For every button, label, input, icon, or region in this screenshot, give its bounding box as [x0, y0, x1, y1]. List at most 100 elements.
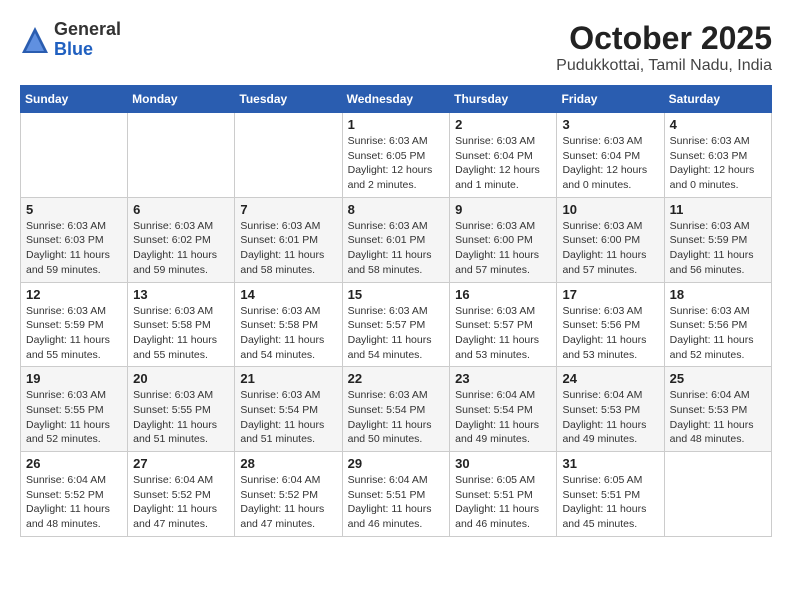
logo-blue-text: Blue [54, 40, 121, 60]
calendar-cell: 13 Sunrise: 6:03 AMSunset: 5:58 PMDayligh… [128, 282, 235, 367]
calendar-cell: 8 Sunrise: 6:03 AMSunset: 6:01 PMDaylight… [342, 197, 450, 282]
calendar-week-1: 1 Sunrise: 6:03 AMSunset: 6:05 PMDaylight… [21, 113, 772, 198]
calendar-cell: 23 Sunrise: 6:04 AMSunset: 5:54 PMDayligh… [450, 367, 557, 452]
weekday-header-wednesday: Wednesday [342, 86, 450, 113]
calendar-cell [128, 113, 235, 198]
day-number: 22 [348, 371, 445, 386]
day-info: Sunrise: 6:03 AMSunset: 5:59 PMDaylight:… [26, 304, 122, 363]
day-number: 28 [240, 456, 336, 471]
day-number: 30 [455, 456, 551, 471]
day-info: Sunrise: 6:03 AMSunset: 6:00 PMDaylight:… [562, 219, 658, 278]
day-info: Sunrise: 6:03 AMSunset: 6:04 PMDaylight:… [455, 134, 551, 193]
day-info: Sunrise: 6:05 AMSunset: 5:51 PMDaylight:… [562, 473, 658, 532]
day-info: Sunrise: 6:03 AMSunset: 5:55 PMDaylight:… [26, 388, 122, 447]
day-number: 14 [240, 287, 336, 302]
day-info: Sunrise: 6:03 AMSunset: 6:03 PMDaylight:… [26, 219, 122, 278]
day-info: Sunrise: 6:03 AMSunset: 5:57 PMDaylight:… [455, 304, 551, 363]
day-number: 20 [133, 371, 229, 386]
calendar-cell: 9Sunrise: 6:03 AMSunset: 6:00 PMDaylight… [450, 197, 557, 282]
day-number: 25 [670, 371, 766, 386]
day-info: Sunrise: 6:04 AMSunset: 5:52 PMDaylight:… [133, 473, 229, 532]
calendar-cell: 25 Sunrise: 6:04 AMSunset: 5:53 PMDayligh… [664, 367, 771, 452]
day-number: 27 [133, 456, 229, 471]
calendar-cell: 29 Sunrise: 6:04 AMSunset: 5:51 PMDayligh… [342, 452, 450, 537]
day-number: 29 [348, 456, 445, 471]
day-info: Sunrise: 6:03 AMSunset: 6:00 PMDaylight:… [455, 219, 551, 278]
day-info: Sunrise: 6:03 AMSunset: 5:56 PMDaylight:… [670, 304, 766, 363]
calendar-cell: 2Sunrise: 6:03 AMSunset: 6:04 PMDaylight… [450, 113, 557, 198]
day-number: 16 [455, 287, 551, 302]
calendar-cell: 11 Sunrise: 6:03 AMSunset: 5:59 PMDayligh… [664, 197, 771, 282]
calendar-cell: 19 Sunrise: 6:03 AMSunset: 5:55 PMDayligh… [21, 367, 128, 452]
day-number: 5 [26, 202, 122, 217]
calendar-cell: 4Sunrise: 6:03 AMSunset: 6:03 PMDaylight… [664, 113, 771, 198]
calendar-cell: 21 Sunrise: 6:03 AMSunset: 5:54 PMDayligh… [235, 367, 342, 452]
day-info: Sunrise: 6:03 AMSunset: 6:02 PMDaylight:… [133, 219, 229, 278]
day-number: 4 [670, 117, 766, 132]
calendar-week-3: 12 Sunrise: 6:03 AMSunset: 5:59 PMDayligh… [21, 282, 772, 367]
calendar-week-5: 26 Sunrise: 6:04 AMSunset: 5:52 PMDayligh… [21, 452, 772, 537]
calendar-week-2: 5 Sunrise: 6:03 AMSunset: 6:03 PMDaylight… [21, 197, 772, 282]
month-title: October 2025 [556, 20, 772, 57]
logo: General Blue [20, 20, 121, 60]
calendar-cell: 7 Sunrise: 6:03 AMSunset: 6:01 PMDaylight… [235, 197, 342, 282]
calendar-cell [235, 113, 342, 198]
calendar-cell: 12 Sunrise: 6:03 AMSunset: 5:59 PMDayligh… [21, 282, 128, 367]
day-info: Sunrise: 6:03 AMSunset: 5:57 PMDaylight:… [348, 304, 445, 363]
calendar-cell: 20Sunrise: 6:03 AMSunset: 5:55 PMDayligh… [128, 367, 235, 452]
calendar-cell: 18Sunrise: 6:03 AMSunset: 5:56 PMDayligh… [664, 282, 771, 367]
calendar-cell: 6 Sunrise: 6:03 AMSunset: 6:02 PMDaylight… [128, 197, 235, 282]
day-info: Sunrise: 6:03 AMSunset: 6:01 PMDaylight:… [348, 219, 445, 278]
day-number: 15 [348, 287, 445, 302]
day-number: 1 [348, 117, 445, 132]
calendar-cell: 16 Sunrise: 6:03 AMSunset: 5:57 PMDayligh… [450, 282, 557, 367]
weekday-header-sunday: Sunday [21, 86, 128, 113]
weekday-header-thursday: Thursday [450, 86, 557, 113]
title-block: October 2025 Pudukkottai, Tamil Nadu, In… [556, 20, 772, 75]
calendar-cell: 30Sunrise: 6:05 AMSunset: 5:51 PMDayligh… [450, 452, 557, 537]
calendar-cell: 5 Sunrise: 6:03 AMSunset: 6:03 PMDaylight… [21, 197, 128, 282]
day-number: 26 [26, 456, 122, 471]
calendar-cell: 24Sunrise: 6:04 AMSunset: 5:53 PMDayligh… [557, 367, 664, 452]
day-info: Sunrise: 6:04 AMSunset: 5:51 PMDaylight:… [348, 473, 445, 532]
day-number: 13 [133, 287, 229, 302]
day-info: Sunrise: 6:04 AMSunset: 5:52 PMDaylight:… [240, 473, 336, 532]
day-number: 23 [455, 371, 551, 386]
day-info: Sunrise: 6:03 AMSunset: 6:01 PMDaylight:… [240, 219, 336, 278]
day-number: 21 [240, 371, 336, 386]
calendar-cell: 15 Sunrise: 6:03 AMSunset: 5:57 PMDayligh… [342, 282, 450, 367]
day-number: 7 [240, 202, 336, 217]
calendar-cell: 22 Sunrise: 6:03 AMSunset: 5:54 PMDayligh… [342, 367, 450, 452]
calendar-cell: 17Sunrise: 6:03 AMSunset: 5:56 PMDayligh… [557, 282, 664, 367]
logo-general-text: General [54, 20, 121, 40]
calendar-cell [21, 113, 128, 198]
day-info: Sunrise: 6:03 AMSunset: 5:54 PMDaylight:… [348, 388, 445, 447]
day-info: Sunrise: 6:03 AMSunset: 5:59 PMDaylight:… [670, 219, 766, 278]
day-number: 17 [562, 287, 658, 302]
weekday-header-friday: Friday [557, 86, 664, 113]
day-info: Sunrise: 6:04 AMSunset: 5:53 PMDaylight:… [670, 388, 766, 447]
day-number: 3 [562, 117, 658, 132]
calendar-table: SundayMondayTuesdayWednesdayThursdayFrid… [20, 85, 772, 537]
day-number: 12 [26, 287, 122, 302]
day-number: 6 [133, 202, 229, 217]
day-info: Sunrise: 6:03 AMSunset: 5:58 PMDaylight:… [133, 304, 229, 363]
day-info: Sunrise: 6:04 AMSunset: 5:54 PMDaylight:… [455, 388, 551, 447]
calendar-cell: 14 Sunrise: 6:03 AMSunset: 5:58 PMDayligh… [235, 282, 342, 367]
weekday-header-row: SundayMondayTuesdayWednesdayThursdayFrid… [21, 86, 772, 113]
calendar-cell: 27 Sunrise: 6:04 AMSunset: 5:52 PMDayligh… [128, 452, 235, 537]
day-info: Sunrise: 6:04 AMSunset: 5:52 PMDaylight:… [26, 473, 122, 532]
day-info: Sunrise: 6:03 AMSunset: 5:58 PMDaylight:… [240, 304, 336, 363]
calendar-cell: 10Sunrise: 6:03 AMSunset: 6:00 PMDayligh… [557, 197, 664, 282]
day-info: Sunrise: 6:03 AMSunset: 6:05 PMDaylight:… [348, 134, 445, 193]
calendar-cell: 1 Sunrise: 6:03 AMSunset: 6:05 PMDaylight… [342, 113, 450, 198]
logo-text: General Blue [54, 20, 121, 60]
calendar-cell: 31Sunrise: 6:05 AMSunset: 5:51 PMDayligh… [557, 452, 664, 537]
page-header: General Blue October 2025 Pudukkottai, T… [20, 20, 772, 75]
day-info: Sunrise: 6:03 AMSunset: 5:54 PMDaylight:… [240, 388, 336, 447]
day-info: Sunrise: 6:03 AMSunset: 6:04 PMDaylight:… [562, 134, 658, 193]
day-number: 19 [26, 371, 122, 386]
calendar-cell: 3 Sunrise: 6:03 AMSunset: 6:04 PMDaylight… [557, 113, 664, 198]
day-number: 8 [348, 202, 445, 217]
day-number: 11 [670, 202, 766, 217]
